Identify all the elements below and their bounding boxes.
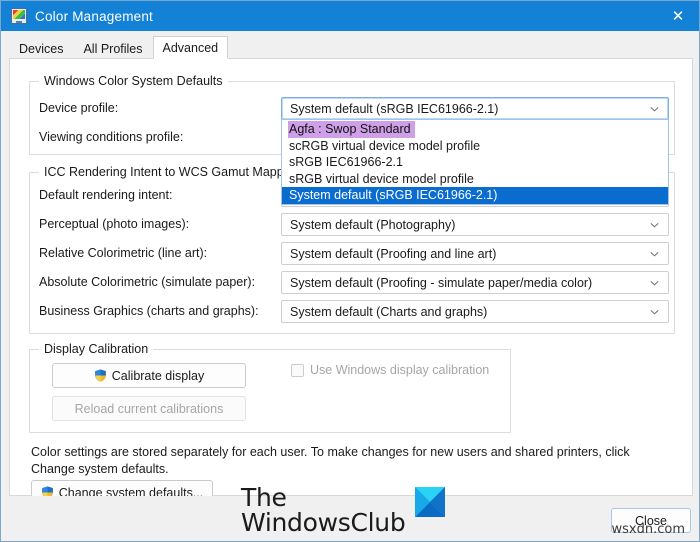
- label-relative-colorimetric: Relative Colorimetric (line art):: [39, 246, 208, 260]
- dropdown-item-srgb-virtual-device-model-profile[interactable]: sRGB virtual device model profile: [282, 171, 668, 188]
- tab-all-profiles[interactable]: All Profiles: [73, 38, 152, 59]
- device-profile-value: System default (sRGB IEC61966-2.1): [290, 101, 499, 116]
- label-device-profile: Device profile:: [39, 101, 119, 115]
- tab-advanced[interactable]: Advanced: [152, 36, 229, 59]
- use-windows-display-calibration-label: Use Windows display calibration: [310, 363, 490, 377]
- reload-current-calibrations-button[interactable]: Reload current calibrations: [52, 396, 246, 421]
- label-default-rendering-intent: Default rendering intent:: [39, 188, 173, 202]
- chevron-down-icon: [650, 251, 659, 257]
- color-settings-note: Color settings are stored separately for…: [31, 445, 630, 476]
- advanced-tab-panel: Windows Color System Defaults Device pro…: [9, 58, 693, 505]
- group-display-calibration-title: Display Calibration: [39, 342, 154, 356]
- shield-icon: [94, 369, 107, 382]
- dropdown-item-system-default-srgb[interactable]: System default (sRGB IEC61966-2.1): [282, 187, 668, 204]
- label-perceptual: Perceptual (photo images):: [39, 217, 190, 231]
- dropdown-item-row[interactable]: Agfa : Swop Standard: [282, 121, 668, 138]
- window-title: Color Management: [35, 8, 154, 24]
- chevron-down-icon: [650, 106, 659, 112]
- device-profile-combo[interactable]: System default (sRGB IEC61966-2.1): [281, 97, 669, 120]
- calibrate-display-label: Calibrate display: [111, 368, 205, 383]
- dropdown-item-agfa-swop-standard[interactable]: Agfa : Swop Standard: [288, 121, 415, 138]
- perceptual-value: System default (Photography): [290, 217, 456, 232]
- color-monitor-icon: [11, 8, 27, 24]
- tab-strip: Devices All Profiles Advanced: [1, 31, 699, 59]
- label-business-graphics: Business Graphics (charts and graphs):: [39, 304, 259, 318]
- use-windows-display-calibration-checkbox[interactable]: [291, 363, 304, 377]
- group-icc-intent-title: ICC Rendering Intent to WCS Gamut Mappin…: [39, 165, 306, 179]
- business-graphics-combo[interactable]: System default (Charts and graphs): [281, 300, 669, 323]
- label-absolute-colorimetric: Absolute Colorimetric (simulate paper):: [39, 275, 256, 289]
- chevron-down-icon: [650, 280, 659, 286]
- tab-devices[interactable]: Devices: [9, 38, 73, 59]
- device-profile-dropdown-list[interactable]: Agfa : Swop Standard scRGB virtual devic…: [281, 119, 669, 205]
- calibrate-display-button[interactable]: Calibrate display: [52, 363, 246, 388]
- dropdown-item-scrgb-virtual-device-model-profile[interactable]: scRGB virtual device model profile: [282, 138, 668, 155]
- chevron-down-icon: [650, 309, 659, 315]
- group-wcs-defaults-title: Windows Color System Defaults: [39, 74, 228, 88]
- relative-colorimetric-combo[interactable]: System default (Proofing and line art): [281, 242, 669, 265]
- reload-current-calibrations-label: Reload current calibrations: [74, 401, 224, 416]
- title-bar: Color Management ✕: [1, 1, 699, 31]
- chevron-down-icon: [650, 222, 659, 228]
- absolute-colorimetric-combo[interactable]: System default (Proofing - simulate pape…: [281, 271, 669, 294]
- close-button[interactable]: Close: [611, 508, 691, 533]
- business-graphics-value: System default (Charts and graphs): [290, 304, 488, 319]
- perceptual-combo[interactable]: System default (Photography): [281, 213, 669, 236]
- dropdown-item-srgb-iec61966[interactable]: sRGB IEC61966-2.1: [282, 154, 668, 171]
- color-management-window: Color Management ✕ Devices All Profiles …: [0, 0, 700, 542]
- relative-colorimetric-value: System default (Proofing and line art): [290, 246, 497, 261]
- dialog-footer-bar: Close: [1, 496, 699, 541]
- use-windows-display-calibration-row[interactable]: Use Windows display calibration: [291, 363, 489, 377]
- absolute-colorimetric-value: System default (Proofing - simulate pape…: [290, 275, 593, 290]
- close-icon[interactable]: ✕: [655, 1, 699, 31]
- label-viewing-conditions-profile: Viewing conditions profile:: [39, 130, 184, 144]
